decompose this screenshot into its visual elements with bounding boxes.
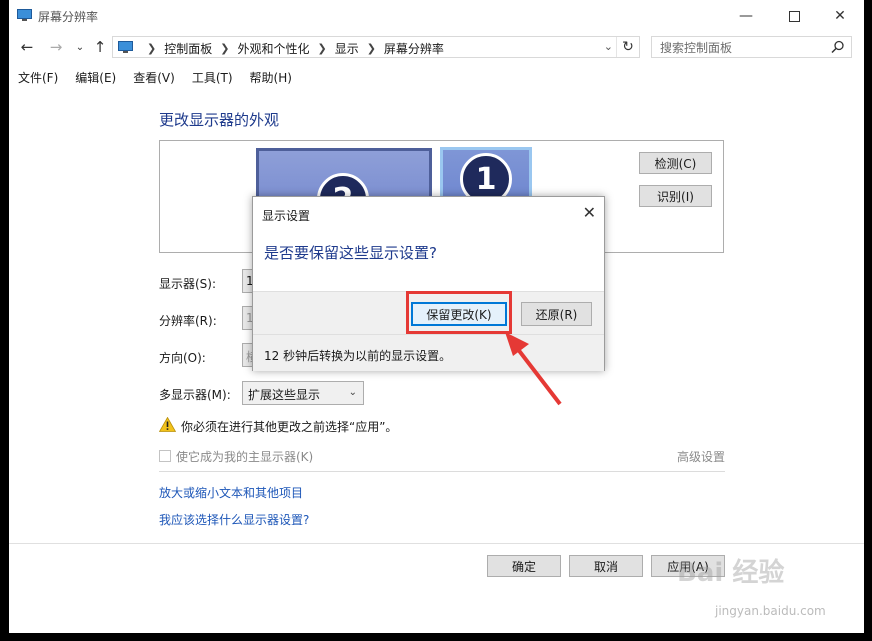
warning-text: 你必须在进行其他更改之前选择“应用”。 [181, 420, 398, 434]
address-bar[interactable]: ❯ 控制面板 ❯ 外观和个性化 ❯ 显示 ❯ 屏幕分辨率 ⌄ ↻ [112, 36, 640, 58]
control-panel-icon [118, 41, 133, 53]
footer-divider [9, 543, 864, 544]
minimize-button[interactable]: — [723, 0, 769, 32]
identify-button[interactable]: 识别(I) [639, 185, 712, 207]
address-row: ← → ⌄ ↑ ❯ 控制面板 ❯ 外观和个性化 ❯ 显示 ❯ 屏幕分辨率 ⌄ ↻ [9, 34, 864, 62]
orientation-label: 方向(O): [159, 351, 206, 365]
detect-button[interactable]: 检测(C) [639, 152, 712, 174]
screen-resolution-window: 屏幕分辨率 — ✕ ← → ⌄ ↑ ❯ 控制面板 ❯ 外观和个性化 ❯ 显示 ❯… [9, 0, 864, 633]
address-dropdown-icon[interactable]: ⌄ [604, 40, 613, 53]
advanced-settings-link[interactable]: 高级设置 [677, 448, 725, 465]
chevron-down-icon: ⌄ [75, 41, 85, 53]
cancel-button[interactable]: 取消 [569, 555, 643, 577]
search-input[interactable] [658, 39, 827, 57]
search-icon[interactable] [831, 40, 845, 54]
breadcrumb-control-panel[interactable]: 控制面板 [164, 40, 212, 57]
close-button[interactable]: ✕ [817, 0, 863, 32]
divider [159, 471, 725, 472]
menu-file[interactable]: 文件(F) [9, 66, 66, 88]
breadcrumb-appearance[interactable]: 外观和个性化 [237, 40, 309, 57]
up-arrow-icon: ↑ [93, 38, 107, 56]
red-highlight-box [406, 291, 512, 334]
dialog-question: 是否要保留这些显示设置? [264, 244, 437, 262]
breadcrumb-chevron-icon[interactable]: ❯ [220, 42, 229, 55]
display-label: 显示器(S): [159, 277, 217, 291]
breadcrumb-display[interactable]: 显示 [335, 40, 359, 57]
multi-display-select[interactable]: 扩展这些显示 ⌄ [242, 381, 364, 405]
menu-edit[interactable]: 编辑(E) [66, 66, 124, 88]
ok-button[interactable]: 确定 [487, 555, 561, 577]
which-settings-link[interactable]: 我应该选择什么显示器设置? [159, 511, 309, 528]
baidu-watermark-url: jingyan.baidu.com [715, 604, 826, 618]
maximize-icon [788, 10, 800, 22]
text-size-link[interactable]: 放大或缩小文本和其他项目 [159, 484, 303, 501]
menu-help[interactable]: 帮助(H) [241, 66, 300, 88]
monitor-app-icon [17, 9, 32, 21]
recent-locations-button[interactable]: ⌄ [71, 38, 89, 56]
baidu-watermark-logo: Bai 经验 [677, 558, 785, 588]
back-arrow-icon: ← [20, 38, 34, 56]
multi-display-label: 多显示器(M): [159, 388, 231, 402]
breadcrumb-chevron-icon[interactable]: ❯ [317, 42, 326, 55]
warning-icon [159, 417, 176, 432]
forward-arrow-icon: → [49, 38, 63, 56]
breadcrumb-chevron-icon[interactable]: ❯ [367, 42, 376, 55]
title-bar: 屏幕分辨率 — ✕ [9, 0, 864, 32]
menu-view[interactable]: 查看(V) [124, 66, 183, 88]
menu-tools[interactable]: 工具(T) [183, 66, 241, 88]
refresh-button[interactable]: ↻ [616, 37, 639, 57]
dialog-title: 显示设置 [262, 209, 311, 223]
breadcrumb: ❯ 控制面板 ❯ 外观和个性化 ❯ 显示 ❯ 屏幕分辨率 [139, 40, 444, 57]
close-icon: ✕ [834, 8, 846, 24]
primary-display-checkbox[interactable] [159, 450, 171, 462]
up-button[interactable]: ↑ [91, 38, 109, 56]
refresh-icon: ↻ [622, 39, 634, 55]
page-title: 更改显示器的外观 [159, 111, 280, 129]
menu-bar: 文件(F) 编辑(E) 查看(V) 工具(T) 帮助(H) [9, 66, 300, 88]
forward-button[interactable]: → [47, 38, 65, 56]
breadcrumb-screen-resolution[interactable]: 屏幕分辨率 [384, 40, 444, 57]
primary-display-label[interactable]: 使它成为我的主显示器(K) [176, 448, 313, 465]
red-arrow-annotation [505, 332, 562, 406]
chevron-down-icon: ⌄ [348, 387, 357, 398]
multi-display-value: 扩展这些显示 [248, 388, 321, 402]
back-button[interactable]: ← [18, 38, 36, 56]
countdown-text: 12 秒钟后转换为以前的显示设置。 [264, 349, 452, 363]
dialog-close-icon[interactable]: ✕ [583, 203, 596, 222]
breadcrumb-chevron-icon: ❯ [147, 42, 157, 55]
revert-button[interactable]: 还原(R) [521, 302, 592, 326]
resolution-label: 分辨率(R): [159, 314, 217, 328]
window-title: 屏幕分辨率 [38, 10, 99, 24]
minimize-icon: — [739, 8, 753, 24]
search-box[interactable] [651, 36, 852, 58]
maximize-button[interactable] [771, 0, 817, 32]
